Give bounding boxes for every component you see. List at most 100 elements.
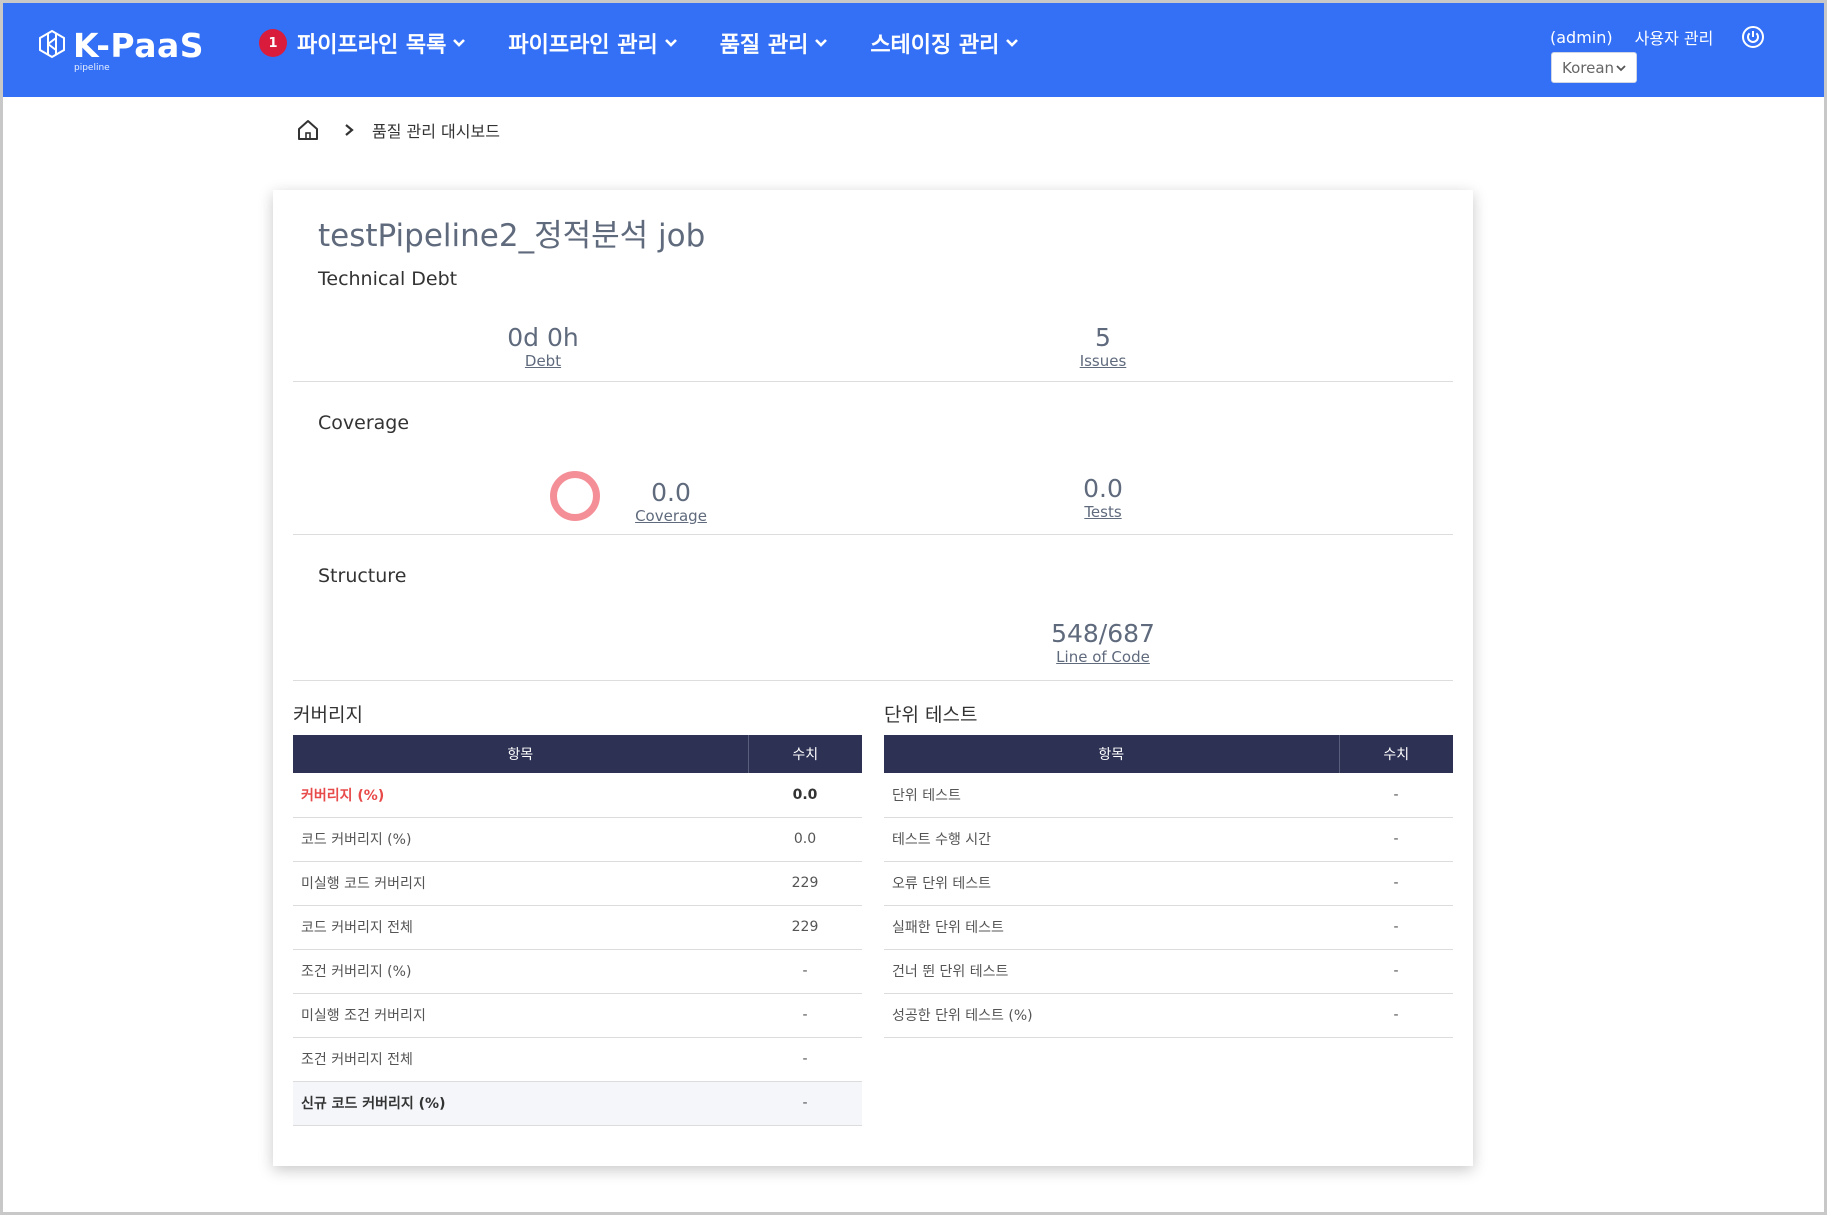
main-nav: 1 파이프라인 목록 파이프라인 관리 품질 관리 스테이징 관리 [259, 27, 1061, 59]
nav-label: 파이프라인 목록 [297, 33, 447, 58]
coverage-link[interactable]: Coverage [616, 508, 726, 524]
table-row: 코드 커버리지 (%) 0.0 [293, 817, 862, 862]
breadcrumb: 품질 관리 대시보드 [296, 118, 500, 142]
nav-label: 스테이징 관리 [870, 33, 1000, 58]
column-header-value: 수치 [1339, 735, 1453, 773]
chevron-down-icon [453, 39, 466, 47]
issues-value: 5 [1095, 323, 1111, 352]
row-value: - [1339, 861, 1453, 906]
chevron-down-icon [1006, 39, 1019, 47]
row-value: - [1339, 773, 1453, 818]
row-item: 미실행 코드 커버리지 [293, 861, 748, 906]
divider [293, 680, 1453, 681]
tests-value: 0.0 [1083, 474, 1123, 503]
row-value: - [1339, 905, 1453, 950]
coverage-value: 0.0 [651, 478, 691, 507]
divider [293, 534, 1453, 535]
home-icon[interactable] [296, 118, 320, 142]
top-navigation-bar: K-PaaS pipeline 1 파이프라인 목록 파이프라인 관리 품질 관… [3, 3, 1824, 97]
logo-text: K-PaaS [73, 26, 205, 65]
chevron-down-icon [815, 39, 828, 47]
row-item: 건너 뛴 단위 테스트 [884, 949, 1339, 994]
divider [293, 381, 1453, 382]
row-item: 오류 단위 테스트 [884, 861, 1339, 906]
row-value: 229 [748, 861, 862, 906]
loc-metric: 548/687 Line of Code [1023, 619, 1183, 665]
chevron-down-icon [664, 39, 677, 47]
table-row: 미실행 코드 커버리지 229 [293, 861, 862, 906]
row-item: 코드 커버리지 (%) [293, 817, 748, 862]
row-item: 실패한 단위 테스트 [884, 905, 1339, 950]
nav-label: 파이프라인 관리 [508, 33, 658, 58]
column-header-value: 수치 [748, 735, 862, 773]
row-value: 229 [748, 905, 862, 950]
cube-logo-icon [39, 29, 65, 59]
row-item: 단위 테스트 [884, 773, 1339, 818]
row-item: 조건 커버리지 전체 [293, 1037, 748, 1082]
breadcrumb-current: 품질 관리 대시보드 [372, 122, 500, 141]
tests-metric: 0.0 Tests [1053, 474, 1153, 520]
table-row: 신규 코드 커버리지 (%) - [293, 1081, 862, 1126]
table-row: 조건 커버리지 (%) - [293, 949, 862, 994]
row-item: 조건 커버리지 (%) [293, 949, 748, 994]
unit-test-table-title: 단위 테스트 [884, 704, 978, 726]
row-item: 미실행 조건 커버리지 [293, 993, 748, 1038]
nav-staging-manage[interactable]: 스테이징 관리 [870, 27, 1019, 59]
power-icon[interactable] [1741, 25, 1765, 49]
nav-pipeline-manage[interactable]: 파이프라인 관리 [508, 27, 677, 59]
loc-link[interactable]: Line of Code [1023, 649, 1183, 665]
table-row: 커버리지 (%) 0.0 [293, 773, 862, 818]
debt-value: 0d 0h [507, 323, 579, 352]
debt-metric: 0d 0h Debt [473, 323, 613, 369]
table-row: 조건 커버리지 전체 - [293, 1037, 862, 1082]
table-row: 오류 단위 테스트 - [884, 861, 1453, 906]
unit-test-table: 항목 수치 단위 테스트 - 테스트 수행 시간 - 오류 단위 테스트 - 실… [884, 735, 1453, 1038]
language-select[interactable]: Korean [1551, 52, 1637, 83]
tests-link[interactable]: Tests [1053, 504, 1153, 520]
row-value: 0.0 [748, 817, 862, 862]
table-row: 실패한 단위 테스트 - [884, 905, 1453, 950]
user-area: (admin) 사용자 관리 [1550, 25, 1765, 49]
row-item: 커버리지 (%) [293, 773, 748, 818]
table-row: 단위 테스트 - [884, 773, 1453, 818]
structure-heading: Structure [318, 565, 407, 587]
table-row: 코드 커버리지 전체 229 [293, 905, 862, 950]
issues-link[interactable]: Issues [1053, 353, 1153, 369]
coverage-table-title: 커버리지 [293, 704, 363, 726]
user-manage-link[interactable]: 사용자 관리 [1635, 25, 1714, 49]
row-value: 0.0 [748, 773, 862, 818]
loc-value: 548/687 [1051, 619, 1155, 648]
coverage-heading: Coverage [318, 412, 410, 434]
table-row: 미실행 조건 커버리지 - [293, 993, 862, 1038]
quality-dashboard-card: testPipeline2_정적분석 job Technical Debt 0d… [273, 190, 1473, 1166]
issues-metric: 5 Issues [1053, 323, 1153, 369]
row-item: 신규 코드 커버리지 (%) [293, 1081, 748, 1126]
row-value: - [1339, 949, 1453, 994]
technical-debt-heading: Technical Debt [318, 268, 458, 290]
row-value: - [748, 949, 862, 994]
logo-subtext: pipeline [74, 63, 110, 73]
row-value: - [748, 993, 862, 1038]
table-row: 성공한 단위 테스트 (%) - [884, 993, 1453, 1038]
column-header-item: 항목 [884, 735, 1340, 773]
row-value: - [1339, 993, 1453, 1038]
notification-badge: 1 [259, 29, 287, 57]
logo[interactable]: K-PaaS pipeline [37, 26, 205, 73]
nav-label: 품질 관리 [719, 33, 809, 58]
row-value: - [748, 1081, 862, 1126]
row-item: 성공한 단위 테스트 (%) [884, 993, 1339, 1038]
nav-quality-manage[interactable]: 품질 관리 [720, 27, 829, 59]
chevron-down-icon [1616, 64, 1626, 71]
language-value: Korean [1562, 58, 1615, 77]
debt-link[interactable]: Debt [473, 353, 613, 369]
coverage-ring-icon [550, 471, 600, 521]
row-item: 코드 커버리지 전체 [293, 905, 748, 950]
nav-pipeline-list[interactable]: 1 파이프라인 목록 [259, 27, 466, 59]
row-value: - [1339, 817, 1453, 862]
chevron-right-icon [345, 124, 354, 136]
coverage-metric: 0.0 Coverage [616, 478, 726, 524]
coverage-table: 항목 수치 커버리지 (%) 0.0 코드 커버리지 (%) 0.0 미실행 코… [293, 735, 862, 1126]
row-item: 테스트 수행 시간 [884, 817, 1339, 862]
user-name: (admin) [1550, 27, 1613, 47]
column-header-item: 항목 [293, 735, 749, 773]
